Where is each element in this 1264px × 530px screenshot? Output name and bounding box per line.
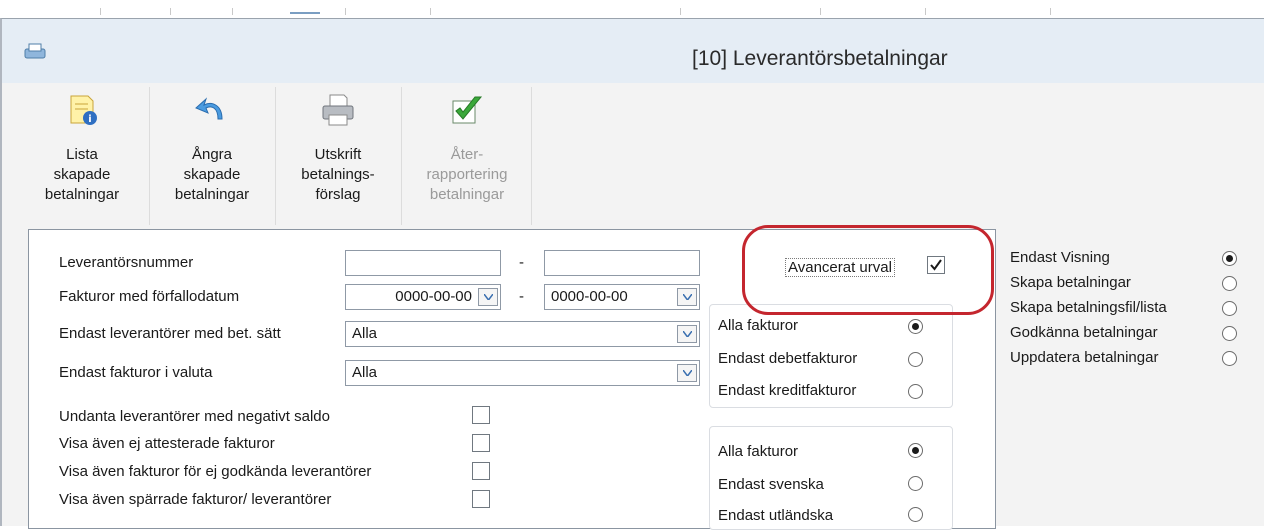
- toolbar-separator: [531, 87, 532, 225]
- strip-divider: [820, 8, 821, 15]
- strip-divider: [170, 8, 171, 15]
- mode-option-label: Skapa betalningsfil/lista: [1010, 299, 1167, 316]
- origin-swedish-radio[interactable]: [908, 476, 923, 491]
- due-date-to-picker[interactable]: 0000-00-00: [544, 284, 700, 310]
- supplier-number-label: Leverantörsnummer: [59, 254, 194, 271]
- chevron-down-icon[interactable]: [677, 325, 697, 343]
- invoice-type-credit-radio[interactable]: [908, 384, 923, 399]
- origin-foreign-radio[interactable]: [908, 507, 923, 522]
- payment-method-label: Endast leverantörer med bet. sätt: [59, 325, 281, 342]
- strip-divider: [925, 8, 926, 15]
- mode-create-payments-radio[interactable]: [1222, 276, 1237, 291]
- payment-method-select[interactable]: Alla: [345, 321, 700, 347]
- strip-divider: [430, 8, 431, 15]
- top-strip: [0, 0, 1264, 18]
- checkbox-label: Visa även fakturor för ej godkända lever…: [59, 463, 372, 480]
- mode-approve-payments-radio[interactable]: [1222, 326, 1237, 341]
- window-title: [10] Leverantörsbetalningar: [692, 47, 948, 70]
- list-info-icon: i: [70, 95, 97, 125]
- undo-arrow-icon: [195, 97, 223, 120]
- mode-create-file-radio[interactable]: [1222, 301, 1237, 316]
- strip-divider: [232, 8, 233, 15]
- checkbox-label: Visa även spärrade fakturor/ leverantöre…: [59, 491, 332, 508]
- angra-skapade-betalningar-button[interactable]: Ångra skapade betalningar: [152, 83, 272, 243]
- mode-option-label: Endast Visning: [1010, 249, 1110, 266]
- aterrapportering-betalningar-label: Åter-rapportering betalningar: [426, 146, 508, 203]
- due-date-from-value: 0000-00-00: [395, 288, 472, 305]
- currency-select[interactable]: Alla: [345, 360, 700, 386]
- mode-option-label: Skapa betalningar: [1010, 274, 1131, 291]
- invoice-type-option-label: Alla fakturor: [718, 317, 799, 334]
- invoice-type-group: Alla fakturor Endast debetfakturor Endas…: [709, 304, 953, 408]
- invoice-origin-group: Alla fakturor Endast svenska Endast utlä…: [709, 426, 953, 530]
- origin-option-label: Alla fakturor: [718, 443, 799, 460]
- origin-option-label: Endast utländska: [718, 507, 834, 524]
- utskrift-betalningsforslag-button[interactable]: Utskrift betalnings-förslag: [278, 83, 398, 243]
- currency-value: Alla: [352, 364, 378, 381]
- due-date-from-picker[interactable]: 0000-00-00: [345, 284, 501, 310]
- mode-option-label: Godkänna betalningar: [1010, 324, 1158, 341]
- payment-method-value: Alla: [352, 325, 378, 342]
- app-icon: [24, 43, 46, 59]
- toolbar-separator: [401, 87, 402, 225]
- origin-option-label: Endast svenska: [718, 476, 824, 493]
- chevron-down-icon[interactable]: [478, 288, 498, 306]
- mode-group: Endast Visning Skapa betalningar Skapa b…: [996, 229, 1258, 413]
- red-annotation-highlight: [742, 225, 994, 315]
- printer-icon: [322, 94, 354, 126]
- currency-label: Endast fakturor i valuta: [59, 364, 213, 381]
- invoice-type-option-label: Endast debetfakturor: [718, 350, 858, 367]
- aterrapportering-betalningar-button[interactable]: Åter-rapportering betalningar: [404, 83, 530, 243]
- supplier-number-to-input[interactable]: [544, 250, 700, 276]
- range-separator: -: [519, 254, 524, 271]
- toolbar: i Lista skapade betalningar Ångra skapade be…: [2, 83, 532, 243]
- strip-divider: [100, 8, 101, 15]
- invoice-type-debit-radio[interactable]: [908, 352, 923, 367]
- strip-divider: [345, 8, 346, 15]
- mode-view-only-radio[interactable]: [1222, 251, 1237, 266]
- checkbox-label: Undanta leverantörer med negativt saldo: [59, 408, 330, 425]
- app-window: [10] Leverantörsbetalningar i Lista skapa…: [0, 18, 1264, 530]
- strip-divider: [290, 12, 320, 14]
- toolbar-separator: [275, 87, 276, 225]
- chevron-down-icon[interactable]: [677, 364, 697, 382]
- show-blocked-checkbox[interactable]: [472, 490, 490, 508]
- chevron-down-icon[interactable]: [677, 288, 697, 306]
- mode-option-label: Uppdatera betalningar: [1010, 349, 1159, 366]
- lista-skapade-betalningar-label: Lista skapade betalningar: [44, 146, 120, 203]
- origin-all-radio[interactable]: [908, 443, 923, 458]
- supplier-number-from-input[interactable]: [345, 250, 501, 276]
- strip-divider: [1050, 8, 1051, 15]
- due-date-to-value: 0000-00-00: [551, 288, 628, 305]
- checkbox-label: Visa även ej attesterade fakturor: [59, 435, 275, 452]
- show-unattested-checkbox[interactable]: [472, 434, 490, 452]
- utskrift-betalningsforslag-label: Utskrift betalnings-förslag: [301, 146, 375, 203]
- green-check-icon: [452, 96, 483, 124]
- toolbar-separator: [149, 87, 150, 225]
- show-unapproved-suppliers-checkbox[interactable]: [472, 462, 490, 480]
- lista-skapade-betalningar-button[interactable]: i Lista skapade betalningar: [32, 83, 132, 243]
- svg-text:i: i: [88, 114, 91, 125]
- strip-divider: [680, 8, 681, 15]
- invoice-type-option-label: Endast kreditfakturor: [718, 382, 857, 399]
- angra-skapade-betalningar-label: Ångra skapade betalningar: [174, 146, 250, 203]
- exclude-negative-balance-checkbox[interactable]: [472, 406, 490, 424]
- invoice-type-all-radio[interactable]: [908, 319, 923, 334]
- title-bar: [10] Leverantörsbetalningar: [2, 19, 1264, 83]
- range-separator: -: [519, 288, 524, 305]
- due-date-label: Fakturor med förfallodatum: [59, 288, 240, 305]
- mode-update-payments-radio[interactable]: [1222, 351, 1237, 366]
